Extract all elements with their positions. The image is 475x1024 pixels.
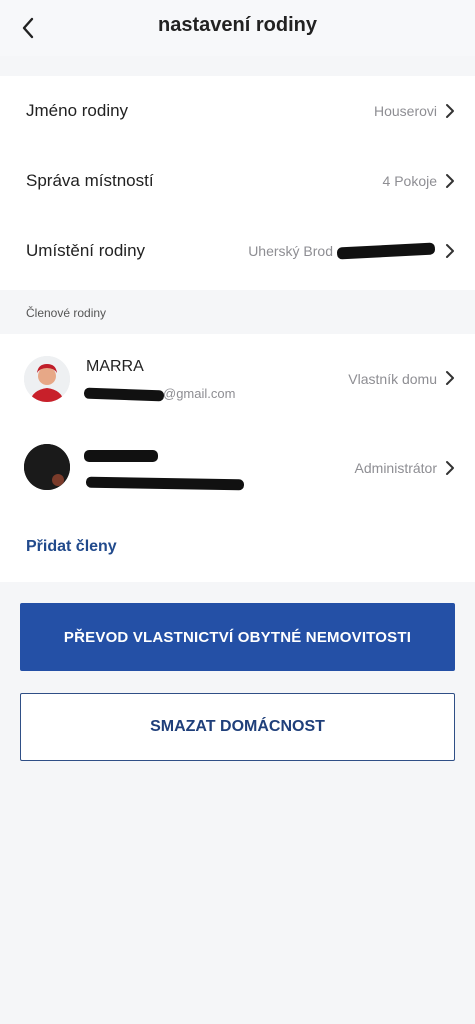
setting-row-family-name[interactable]: Jméno rodiny Houserovi <box>0 76 475 146</box>
redaction-mark <box>85 476 245 491</box>
avatar <box>24 444 70 490</box>
chevron-right-icon <box>443 241 457 261</box>
settings-card: Jméno rodiny Houserovi Správa místností … <box>0 76 475 290</box>
chevron-right-icon <box>443 171 457 191</box>
page-title: nastavení rodiny <box>158 14 317 36</box>
setting-value: Uherský Brod <box>248 243 333 259</box>
member-email: @gmail.com <box>163 386 236 401</box>
members-section-title: Členové rodiny <box>26 306 107 320</box>
setting-label: Jméno rodiny <box>26 101 129 120</box>
redaction-mark <box>84 450 158 462</box>
member-row[interactable]: MARRA @gmail.com Vlastník domu <box>0 334 475 422</box>
member-row[interactable]: Administrátor <box>0 422 475 510</box>
delete-household-button[interactable]: SMAZAT DOMÁCNOST <box>20 693 455 761</box>
transfer-ownership-button[interactable]: PŘEVOD VLASTNICTVÍ OBYTNÉ NEMOVITOSTI <box>20 603 455 671</box>
setting-value: 4 Pokoje <box>382 173 437 189</box>
redaction-mark <box>83 387 165 402</box>
setting-value: Houserovi <box>373 103 437 119</box>
setting-row-location[interactable]: Umístění rodiny Uherský Brod <box>0 216 475 286</box>
member-name: MARRA <box>86 358 144 375</box>
add-members-link[interactable]: Přidat členy <box>26 538 117 556</box>
redaction-mark <box>336 242 436 260</box>
setting-label: Správa místností <box>26 171 154 190</box>
top-bar: nastavení rodiny <box>0 0 475 56</box>
setting-row-rooms[interactable]: Správa místností 4 Pokoje <box>0 146 475 216</box>
member-role: Administrátor <box>354 460 437 476</box>
setting-label: Umístění rodiny <box>26 241 146 260</box>
chevron-right-icon <box>443 368 457 388</box>
chevron-right-icon <box>443 458 457 478</box>
chevron-right-icon <box>443 101 457 121</box>
avatar <box>24 356 70 402</box>
member-role: Vlastník domu <box>348 371 437 387</box>
